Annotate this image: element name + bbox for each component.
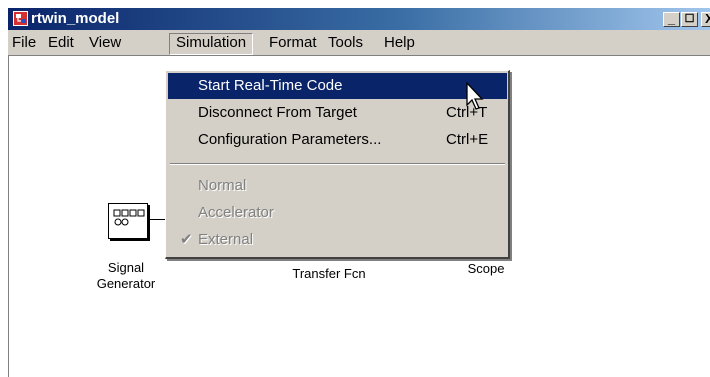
window-title: rtwin_model — [31, 10, 120, 27]
signal-line[interactable] — [148, 219, 166, 220]
maximize-button[interactable]: ☐ — [681, 12, 698, 27]
scope-label: Scope — [467, 261, 505, 276]
menu-item-configuration-parameters[interactable]: Configuration Parameters... Ctrl+E — [168, 127, 507, 153]
menu-item-start-real-time-code[interactable]: Start Real-Time Code — [168, 73, 507, 99]
menu-separator — [170, 163, 505, 165]
menu-help[interactable]: Help — [384, 34, 415, 54]
checkmark-icon: ✔ — [180, 231, 193, 248]
menu-edit[interactable]: Edit — [48, 34, 74, 54]
signal-generator-label-line1: Signal — [107, 260, 145, 275]
menu-item-label: Disconnect From Target — [198, 104, 357, 121]
signal-generator-icon — [113, 209, 145, 226]
menu-view[interactable]: View — [89, 34, 121, 54]
menu-item-label: External — [198, 231, 254, 248]
menu-item-disconnect-from-target[interactable]: Disconnect From Target Ctrl+T — [168, 100, 507, 126]
minimize-button[interactable]: _ — [663, 12, 680, 27]
menu-item-label: Configuration Parameters... — [198, 131, 382, 148]
close-button[interactable]: X — [701, 12, 710, 27]
transfer-fcn-label: Transfer Fcn — [292, 266, 366, 281]
signal-generator-block[interactable] — [108, 203, 148, 239]
signal-generator-label-line2: Generator — [96, 276, 156, 291]
menu-item-external[interactable]: ✔ External — [168, 227, 507, 253]
model-window: rtwin_model _ ☐ X File Edit View Simulat… — [0, 0, 710, 377]
menu-item-label: Normal — [198, 177, 247, 194]
menu-item-label: Start Real-Time Code — [198, 77, 343, 94]
menu-file[interactable]: File — [12, 34, 36, 54]
menu-format[interactable]: Format — [269, 34, 317, 54]
simulink-app-icon — [13, 11, 28, 26]
menu-item-label: Accelerator — [198, 204, 274, 221]
menu-bar: File Edit View Simulation Format Tools H… — [8, 30, 710, 56]
title-bar[interactable]: rtwin_model _ ☐ X — [8, 8, 710, 30]
simulation-dropdown-menu: Start Real-Time Code Disconnect From Tar… — [165, 70, 510, 259]
menu-tools[interactable]: Tools — [328, 34, 363, 54]
menu-item-accelerator[interactable]: Accelerator — [168, 200, 507, 226]
menu-simulation[interactable]: Simulation — [169, 33, 254, 55]
menu-item-shortcut: Ctrl+E — [446, 131, 489, 148]
mouse-pointer-icon — [466, 82, 484, 110]
menu-item-normal[interactable]: Normal — [168, 173, 507, 199]
